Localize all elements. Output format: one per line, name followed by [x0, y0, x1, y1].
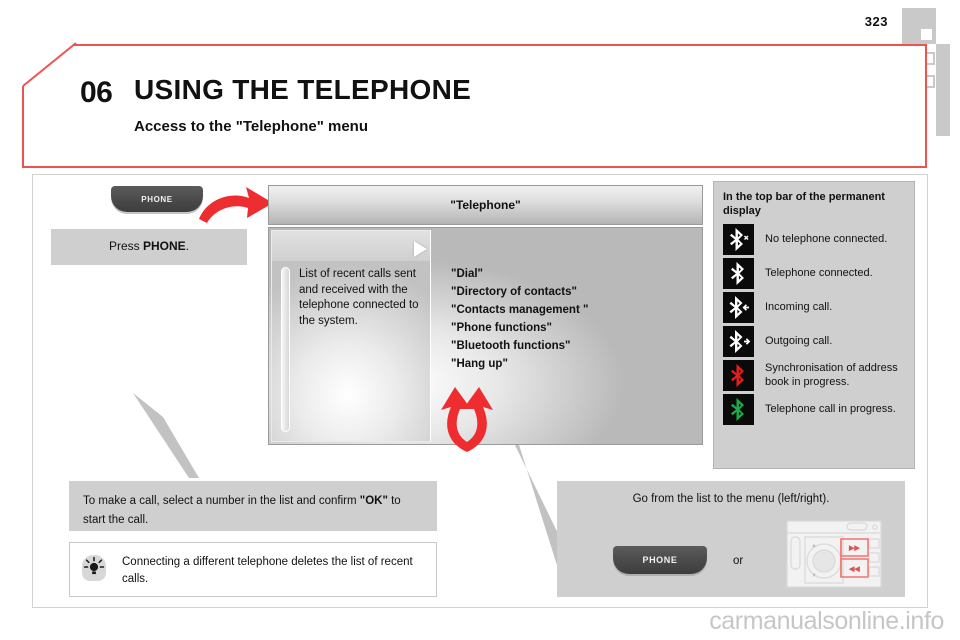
chapter-title-banner-inner	[22, 46, 925, 166]
bluetooth-outgoing-call-icon	[723, 325, 754, 357]
vertical-scrollbar[interactable]	[281, 267, 290, 432]
status-row: Incoming call.	[723, 291, 905, 323]
status-row: No telephone connected.	[723, 223, 905, 255]
status-row-label: No telephone connected.	[765, 233, 888, 246]
page-title: USING THE TELEPHONE	[134, 74, 472, 105]
bluetooth-in-call-icon	[723, 393, 754, 425]
telephone-screen: "Telephone" List of recent calls sent an…	[268, 185, 703, 445]
tip-note: Connecting a different telephone deletes…	[69, 542, 437, 597]
menu-item-directory-of-contacts[interactable]: "Directory of contacts"	[451, 284, 588, 302]
svg-text:▼: ▼	[811, 573, 817, 579]
tip-text: Connecting a different telephone deletes…	[122, 556, 413, 585]
svg-text:▲: ▲	[811, 543, 817, 549]
status-panel-title: In the top bar of the permanent display	[723, 191, 885, 218]
status-row-label: Incoming call.	[765, 301, 833, 314]
status-icons-panel: In the top bar of the permanent display …	[713, 181, 915, 469]
menu-item-contacts-management[interactable]: "Contacts management "	[451, 302, 588, 320]
svg-text:◀◀: ◀◀	[848, 566, 860, 573]
telephone-menu-list[interactable]: "Dial" "Directory of contacts" "Contacts…	[451, 266, 588, 374]
bluetooth-no-phone-icon	[723, 223, 754, 255]
navigation-instruction-box: Go from the list to the menu (left/right…	[557, 481, 905, 597]
menu-item-dial[interactable]: "Dial"	[451, 266, 588, 284]
page-subtitle: Access to the "Telephone" menu	[134, 118, 368, 135]
status-row-label: Telephone call in progress.	[765, 403, 896, 416]
status-row-label: Synchronisation of address book in progr…	[765, 362, 898, 389]
chapter-tab-block	[902, 8, 936, 44]
status-row: Outgoing call.	[723, 325, 905, 357]
phone-hard-key-label: PHONE	[642, 555, 678, 565]
status-row-label: Outgoing call.	[765, 335, 833, 348]
content-frame: PHONE Press PHONE. "Telephone" List of r…	[32, 174, 928, 608]
menu-item-hang-up[interactable]: "Hang up"	[451, 356, 588, 374]
status-row: Synchronisation of address book in progr…	[723, 359, 905, 391]
navigation-heading: Go from the list to the menu (left/right…	[632, 493, 830, 505]
bluetooth-connected-icon	[723, 257, 754, 289]
menu-item-bluetooth-functions[interactable]: "Bluetooth functions"	[451, 338, 588, 356]
chapter-number: 06	[80, 76, 113, 109]
status-row: Telephone connected.	[723, 257, 905, 289]
chapter-tab-marker	[921, 29, 932, 40]
menu-item-phone-functions[interactable]: "Phone functions"	[451, 320, 588, 338]
bluetooth-sync-icon	[723, 359, 754, 391]
press-phone-text: Press PHONE.	[108, 239, 190, 254]
bluetooth-incoming-call-icon	[723, 291, 754, 323]
play-triangle-icon	[414, 241, 427, 257]
manual-page: 323 06 USING THE TELEPHONE Access to the…	[0, 0, 960, 640]
make-a-call-text: To make a call, select a number in the l…	[83, 495, 401, 526]
watermark: carmanualsonline.info	[709, 607, 944, 635]
press-phone-instruction: Press PHONE.	[51, 229, 247, 265]
screen-header-title: "Telephone"	[450, 198, 521, 212]
phone-hard-key-label: PHONE	[141, 194, 173, 204]
recent-calls-description: List of recent calls sent and received w…	[299, 268, 419, 327]
status-row-label: Telephone connected.	[765, 267, 873, 280]
or-label: or	[733, 555, 744, 567]
car-audio-control-panel-icon: ▲ ▼ ▶▶ ◀◀	[786, 520, 882, 588]
screen-body: List of recent calls sent and received w…	[268, 227, 703, 445]
chapter-title-banner	[22, 44, 927, 168]
phone-hard-key[interactable]: PHONE	[111, 186, 203, 212]
phone-hard-key[interactable]: PHONE	[613, 546, 707, 574]
make-a-call-note: To make a call, select a number in the l…	[69, 481, 437, 531]
screen-header-bar: "Telephone"	[268, 185, 703, 225]
status-row: Telephone call in progress.	[723, 393, 905, 425]
side-tab-strip	[936, 44, 950, 136]
lightbulb-icon	[82, 555, 106, 581]
page-number: 323	[864, 14, 888, 29]
svg-text:▶▶: ▶▶	[848, 545, 860, 552]
screen-left-pane[interactable]: List of recent calls sent and received w…	[271, 230, 431, 442]
